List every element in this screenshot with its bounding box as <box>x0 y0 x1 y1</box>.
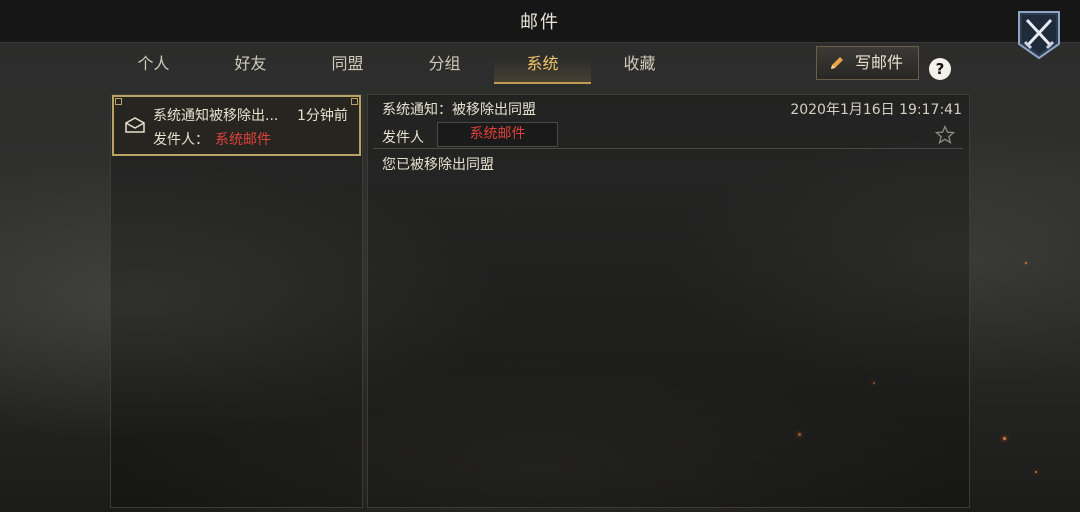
detail-subject: 系统通知：被移除出同盟 <box>382 102 536 118</box>
page-title: 邮件 <box>520 12 560 33</box>
help-button[interactable]: ? <box>929 58 951 80</box>
detail-sender-label: 发件人 <box>382 130 424 146</box>
tab-friends[interactable]: 好友 <box>202 44 299 82</box>
mail-tabs: 个人 好友 同盟 分组 系统 收藏 <box>105 44 805 84</box>
tab-favorites[interactable]: 收藏 <box>591 44 688 82</box>
mail-item-subject: 系统通知被移除出... <box>153 108 279 124</box>
ember-particle <box>1035 471 1037 473</box>
pencil-icon <box>831 57 843 69</box>
ember-particle <box>1003 437 1006 440</box>
detail-body: 您已被移除出同盟 <box>382 157 494 173</box>
top-bar: 邮件 <box>0 0 1080 43</box>
detail-date: 2020年1月16日 19:17:41 <box>790 102 962 118</box>
compose-label: 写邮件 <box>855 53 904 72</box>
detail-sender: 系统邮件 <box>437 122 558 147</box>
mail-list-panel <box>110 94 363 508</box>
mail-item-sender-label: 发件人： <box>153 132 209 148</box>
close-button[interactable] <box>1013 8 1065 60</box>
ember-particle <box>1025 262 1027 264</box>
favorite-star-icon[interactable] <box>935 125 955 145</box>
mail-item-time: 1分钟前 <box>297 108 348 124</box>
envelope-icon <box>125 117 145 133</box>
mail-list-item[interactable]: 系统通知被移除出... 1分钟前 发件人： 系统邮件 <box>112 95 361 156</box>
compose-mail-button[interactable]: 写邮件 <box>816 46 919 80</box>
mail-item-sender: 系统邮件 <box>215 132 271 148</box>
tab-personal[interactable]: 个人 <box>105 44 202 82</box>
crossed-swords-icon <box>1018 11 1060 60</box>
tab-alliance[interactable]: 同盟 <box>299 44 396 82</box>
detail-divider <box>373 148 963 149</box>
tab-group[interactable]: 分组 <box>396 44 493 82</box>
tab-system[interactable]: 系统 <box>494 44 591 84</box>
